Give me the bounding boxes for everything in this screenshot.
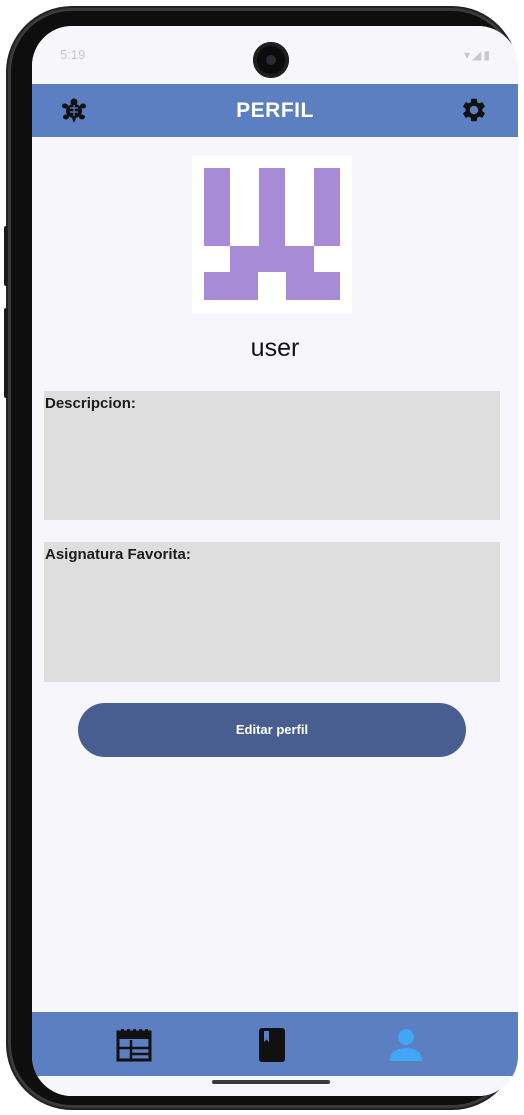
description-field[interactable]: Descripcion: — [44, 391, 500, 520]
nav-book-icon[interactable] — [252, 1025, 292, 1065]
front-camera — [253, 42, 289, 78]
home-indicator[interactable] — [212, 1080, 330, 1084]
screen: 5:19 ▾◢▮ PERFIL user Descripcion: Asigna… — [32, 26, 518, 1096]
status-icons: ▾◢▮ — [464, 48, 492, 62]
nav-person-icon[interactable] — [386, 1025, 426, 1065]
power-button — [4, 226, 8, 286]
bottom-nav — [32, 1012, 518, 1076]
favorite-subject-label: Asignatura Favorita: — [45, 546, 191, 563]
description-label: Descripcion: — [45, 395, 136, 412]
username: user — [250, 334, 300, 362]
volume-button — [4, 308, 8, 398]
page-title: PERFIL — [236, 99, 314, 122]
status-bar: 5:19 ▾◢▮ — [32, 26, 518, 84]
avatar[interactable] — [192, 156, 352, 314]
favorite-subject-field[interactable]: Asignatura Favorita: — [44, 542, 500, 682]
gesture-area — [32, 1076, 518, 1096]
edit-profile-button[interactable]: Editar perfil — [78, 703, 466, 757]
status-time: 5:19 — [60, 47, 86, 62]
nav-calendar-icon[interactable] — [114, 1025, 154, 1065]
gear-icon[interactable] — [460, 96, 488, 124]
app-bar: PERFIL — [32, 84, 518, 137]
